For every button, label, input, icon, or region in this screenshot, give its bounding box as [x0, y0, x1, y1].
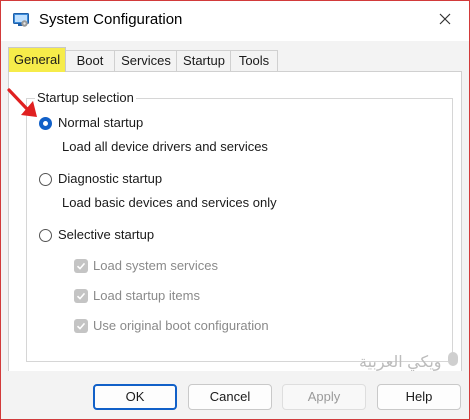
watermark-logo-icon [448, 352, 458, 366]
load-startup-items-label: Load startup items [93, 288, 200, 303]
help-button[interactable]: Help [377, 384, 461, 410]
normal-startup-label[interactable]: Normal startup [58, 115, 143, 130]
diagnostic-startup-label[interactable]: Diagnostic startup [58, 171, 162, 186]
checkmark-icon [76, 262, 86, 270]
title-bar: System Configuration [1, 1, 469, 41]
red-arrow-annotation-icon [7, 88, 37, 117]
load-system-services-checkbox[interactable] [74, 259, 88, 273]
tab-boot[interactable]: Boot [64, 50, 116, 71]
close-button[interactable] [431, 7, 459, 33]
dialog-button-bar: OK Cancel Apply Help [1, 371, 469, 419]
tab-tools[interactable]: Tools [230, 50, 278, 71]
close-icon [439, 13, 451, 28]
tab-strip: General Boot Services Startup Tools [8, 47, 464, 72]
general-tab-panel: Startup selection Normal startup Load al… [8, 71, 462, 372]
selective-startup-radio[interactable] [39, 229, 52, 242]
apply-button[interactable]: Apply [282, 384, 366, 410]
checkmark-icon [76, 322, 86, 330]
use-original-boot-configuration-label: Use original boot configuration [93, 318, 269, 333]
system-configuration-window: System Configuration General Boot Servic… [0, 0, 470, 420]
checkmark-icon [76, 292, 86, 300]
use-original-boot-configuration-checkbox[interactable] [74, 319, 88, 333]
system-configuration-app-icon [13, 12, 29, 28]
load-startup-items-checkbox[interactable] [74, 289, 88, 303]
watermark-text: ويكي العربية [359, 354, 442, 371]
startup-selection-group: Startup selection Normal startup Load al… [26, 90, 453, 362]
tab-startup[interactable]: Startup [176, 50, 232, 71]
normal-startup-description: Load all device drivers and services [62, 139, 268, 154]
group-title: Startup selection [35, 90, 136, 105]
selective-startup-label[interactable]: Selective startup [58, 227, 154, 242]
diagnostic-startup-radio[interactable] [39, 173, 52, 186]
cancel-button[interactable]: Cancel [188, 384, 272, 410]
diagnostic-startup-description: Load basic devices and services only [62, 195, 277, 210]
tab-services[interactable]: Services [114, 50, 178, 71]
tab-general[interactable]: General [8, 47, 66, 72]
load-system-services-label: Load system services [93, 258, 218, 273]
ok-button[interactable]: OK [93, 384, 177, 410]
window-title: System Configuration [39, 11, 183, 28]
